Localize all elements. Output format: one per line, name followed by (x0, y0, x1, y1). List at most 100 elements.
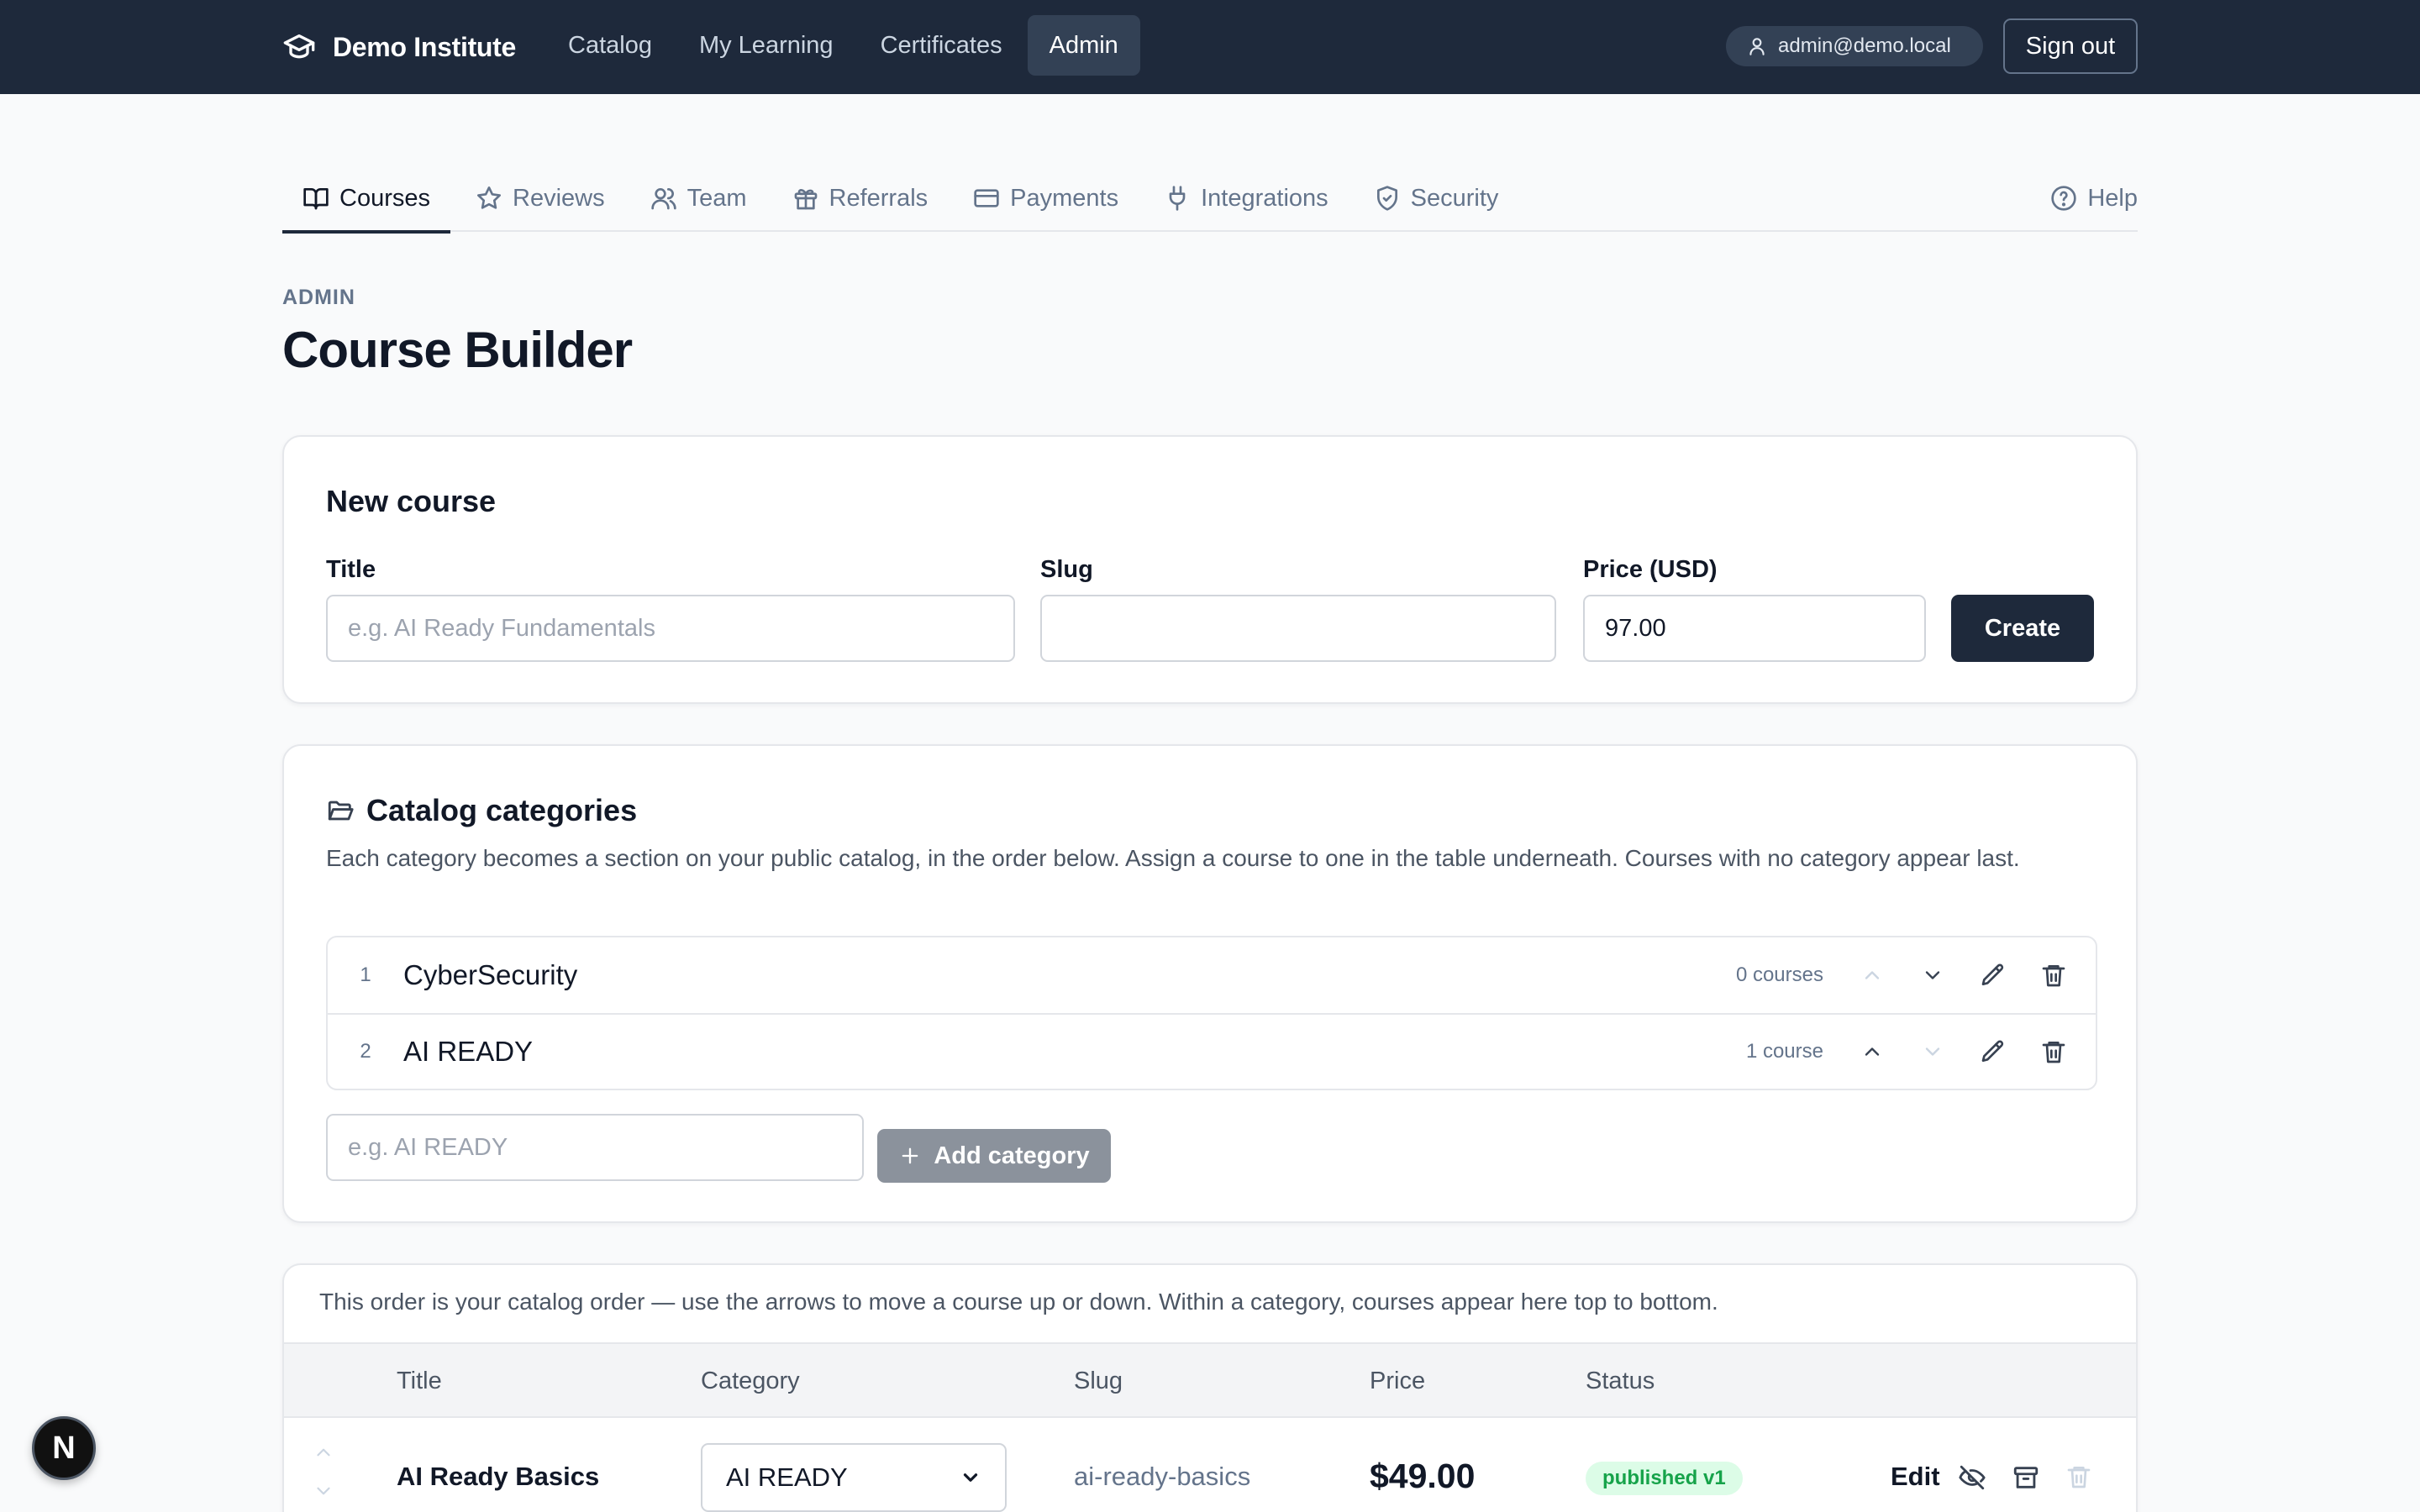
column-header-category: Category (701, 1367, 800, 1394)
framework-dev-badge[interactable]: N (32, 1416, 96, 1480)
move-up-button[interactable] (1842, 945, 1902, 1005)
category-list: 1 CyberSecurity 0 courses 2 AI READY 1 c… (326, 936, 2097, 1090)
rename-category-button[interactable] (1963, 945, 2023, 1005)
star-icon (476, 185, 502, 212)
column-header-slug: Slug (1074, 1367, 1123, 1394)
pencil-icon (1980, 962, 2007, 989)
edit-course-link[interactable]: Edit (1891, 1462, 1940, 1492)
trash-icon (2040, 962, 2067, 989)
tab-referrals[interactable]: Referrals (772, 165, 949, 232)
plug-icon (1164, 185, 1191, 212)
category-row: 2 AI READY 1 course (328, 1013, 2096, 1089)
credit-card-icon (973, 185, 1000, 212)
nav-catalog[interactable]: Catalog (546, 15, 674, 76)
nav-my-learning[interactable]: My Learning (677, 15, 855, 76)
category-row: 1 CyberSecurity 0 courses (328, 937, 2096, 1013)
tab-integrations[interactable]: Integrations (1144, 165, 1349, 232)
gift-icon (792, 185, 819, 212)
help-label: Help (2087, 184, 2138, 212)
tab-label: Courses (339, 184, 430, 212)
create-course-button[interactable]: Create (1951, 595, 2094, 662)
course-price-input[interactable] (1583, 595, 1926, 662)
chevron-down-icon (960, 1467, 981, 1488)
move-down-button[interactable] (1902, 945, 1963, 1005)
course-status: published v1 (1586, 1462, 1743, 1495)
chevron-up-icon (1860, 963, 1884, 987)
tab-security[interactable]: Security (1354, 165, 1519, 232)
tab-payments[interactable]: Payments (953, 165, 1139, 232)
categories-heading: Catalog categories (326, 793, 637, 828)
top-navbar: Demo Institute Catalog My Learning Certi… (0, 0, 2420, 94)
trash-icon (2065, 1463, 2092, 1490)
move-down-button[interactable] (1902, 1021, 1963, 1082)
course-title-input[interactable] (326, 595, 1015, 662)
title-label: Title (326, 556, 376, 583)
new-course-card: New course Title Slug Price (USD) (282, 435, 2138, 704)
rename-category-button[interactable] (1963, 1021, 2023, 1082)
row-move-down-button[interactable] (313, 1480, 334, 1502)
new-category-input[interactable] (326, 1114, 864, 1181)
slug-label: Slug (1040, 556, 1093, 583)
add-category-label: Add category (934, 1142, 1090, 1169)
tab-label: Referrals (829, 184, 929, 212)
pencil-icon (1980, 1038, 2007, 1065)
book-icon (302, 185, 329, 212)
add-category-button[interactable]: Add category (877, 1129, 1111, 1183)
main-nav: Catalog My Learning Certificates Admin (546, 15, 1144, 76)
chevron-down-icon (1921, 963, 1944, 987)
nav-admin[interactable]: Admin (1027, 15, 1140, 76)
help-circle-icon (2050, 185, 2077, 212)
column-header-title: Title (397, 1367, 442, 1394)
course-category-select[interactable]: AI READY (701, 1443, 1007, 1512)
delete-category-button[interactable] (2023, 945, 2084, 1005)
chevron-up-icon (313, 1441, 334, 1463)
user-account-pill[interactable]: admin@demo.local (1726, 26, 1983, 66)
category-name: AI READY (403, 1036, 534, 1067)
course-title: AI Ready Basics (397, 1462, 600, 1491)
archive-icon (2012, 1463, 2040, 1492)
brand-name: Demo Institute (333, 31, 517, 62)
nav-certificates[interactable]: Certificates (859, 15, 1024, 76)
help-link[interactable]: Help (2050, 165, 2138, 232)
page-eyebrow: ADMIN (282, 286, 355, 309)
courses-table-card: This order is your catalog order — use t… (282, 1263, 2138, 1512)
user-icon (1746, 35, 1768, 57)
column-header-price: Price (1370, 1367, 1426, 1394)
folder-open-icon (326, 796, 355, 825)
column-header-status: Status (1586, 1367, 1655, 1394)
admin-tabs: Courses Reviews Team Referrals Payments … (282, 165, 2138, 234)
tab-label: Reviews (513, 184, 605, 212)
category-position: 2 (360, 1040, 371, 1063)
category-course-count: 0 courses (1735, 963, 1823, 986)
chevron-down-icon (1921, 1040, 1944, 1063)
course-price: $49.00 (1370, 1457, 1476, 1495)
delete-course-button[interactable] (2065, 1463, 2092, 1490)
category-position: 1 (360, 963, 371, 986)
brand[interactable]: Demo Institute (282, 0, 516, 94)
price-label: Price (USD) (1583, 556, 1718, 583)
plus-icon (898, 1144, 922, 1168)
categories-title: Catalog categories (366, 793, 638, 827)
archive-button[interactable] (2012, 1463, 2040, 1492)
tab-team[interactable]: Team (630, 165, 767, 232)
status-badge: published v1 (1586, 1462, 1743, 1495)
sign-out-button[interactable]: Sign out (2003, 18, 2138, 74)
tab-courses[interactable]: Courses (282, 165, 450, 234)
tab-label: Security (1410, 184, 1499, 212)
table-header: Title Category Slug Price Status (284, 1342, 2136, 1418)
course-slug-input[interactable] (1040, 595, 1556, 662)
users-icon (650, 185, 677, 212)
user-email: admin@demo.local (1778, 34, 1951, 57)
chevron-up-icon (1860, 1040, 1884, 1063)
row-move-up-button[interactable] (313, 1441, 334, 1463)
unpublish-button[interactable] (1958, 1463, 1986, 1492)
move-up-button[interactable] (1842, 1021, 1902, 1082)
catalog-order-note: This order is your catalog order — use t… (319, 1289, 1718, 1315)
tab-label: Payments (1010, 184, 1119, 212)
delete-category-button[interactable] (2023, 1021, 2084, 1082)
catalog-categories-card: Catalog categories Each category becomes… (282, 744, 2138, 1223)
tab-reviews[interactable]: Reviews (455, 165, 625, 232)
chevron-down-icon (313, 1480, 334, 1502)
categories-description: Each category becomes a section on your … (326, 845, 2020, 871)
selected-category: AI READY (726, 1462, 848, 1492)
